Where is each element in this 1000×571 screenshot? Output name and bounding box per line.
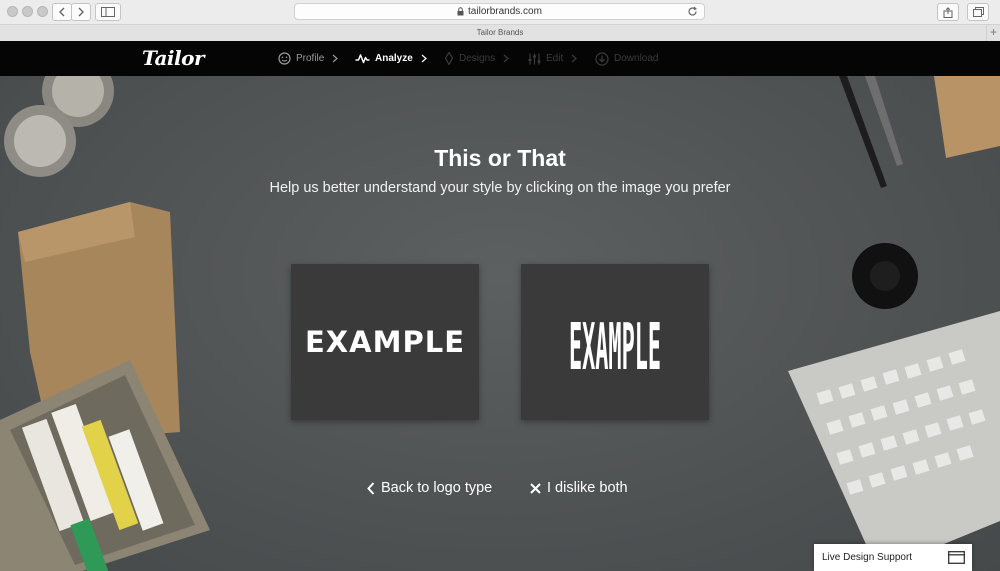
browser-toolbar: tailorbrands.com [0, 0, 1000, 24]
dislike-label: I dislike both [547, 480, 628, 496]
forward-button[interactable] [71, 3, 91, 21]
share-button[interactable] [937, 3, 959, 21]
step-label: Download [614, 53, 659, 64]
download-icon [595, 51, 609, 66]
pulse-icon [355, 53, 370, 64]
back-label: Back to logo type [381, 480, 493, 496]
step-download: Download [595, 41, 658, 76]
step-label: Designs [459, 53, 496, 64]
page-subtitle: Help us better understand your style by … [269, 180, 731, 196]
chevron-right-icon [571, 54, 578, 63]
chevron-right-icon [78, 7, 84, 17]
option-a-sample-text: EXAMPLE [304, 325, 465, 359]
paint-tube-tin-decoration [0, 360, 210, 571]
step-profile[interactable]: Profile [278, 41, 339, 76]
site-nav: Tailor Profile Analyze Designs Edit Down… [0, 41, 1000, 76]
url-text: tailorbrands.com [468, 6, 542, 17]
dislike-both-link[interactable]: I dislike both [530, 477, 628, 499]
step-designs: Designs [444, 41, 510, 76]
ink-pot-decoration [852, 243, 918, 309]
tailor-logo[interactable]: Tailor [142, 46, 205, 70]
pen-icon [444, 52, 454, 65]
option-b-sample-logo: EXAMPLE [569, 311, 661, 376]
new-tab-button[interactable]: + [986, 25, 1000, 41]
step-label: Profile [296, 53, 325, 64]
step-label: Analyze [375, 53, 413, 64]
step-edit: Edit [528, 41, 578, 76]
style-option-b[interactable]: EXAMPLE [521, 264, 709, 420]
tabs-overview-button[interactable] [967, 3, 989, 21]
face-icon [278, 52, 291, 65]
address-bar[interactable]: tailorbrands.com [294, 3, 705, 20]
reload-icon[interactable] [687, 6, 698, 20]
zoom-window-button[interactable] [37, 6, 48, 17]
step-label: Edit [546, 53, 564, 64]
chevron-right-icon [421, 54, 427, 63]
back-button[interactable] [52, 3, 72, 21]
chevron-right-icon [503, 54, 510, 63]
close-window-button[interactable] [7, 6, 18, 17]
support-label: Live Design Support [822, 552, 913, 563]
back-to-logo-type-link[interactable]: Back to logo type [367, 477, 492, 499]
style-option-a[interactable]: EXAMPLE [291, 264, 479, 420]
close-icon [530, 482, 541, 494]
tab-title[interactable]: Tailor Brands [477, 28, 524, 37]
tab-bar: Tailor Brands + [0, 24, 1000, 41]
minimize-window-button[interactable] [22, 6, 33, 17]
keyboard-decoration [788, 311, 1000, 571]
sliders-icon [528, 53, 541, 65]
chat-window-icon [948, 551, 965, 564]
chevron-left-icon [367, 481, 375, 495]
sidebar-toggle-button[interactable] [95, 3, 121, 21]
lock-icon [457, 7, 464, 16]
option-b-sample-text: EXAMPLE [569, 311, 661, 376]
browser-chrome: tailorbrands.com Tailor Brands + [0, 0, 1000, 41]
tabs-icon [972, 7, 984, 17]
share-icon [943, 6, 953, 18]
chevron-right-icon [332, 54, 339, 63]
live-support-widget[interactable]: Live Design Support [814, 544, 972, 571]
step-analyze[interactable]: Analyze [355, 41, 427, 76]
sidebar-icon [101, 7, 115, 17]
page-title: This or That [434, 145, 566, 171]
chevron-left-icon [59, 7, 65, 17]
